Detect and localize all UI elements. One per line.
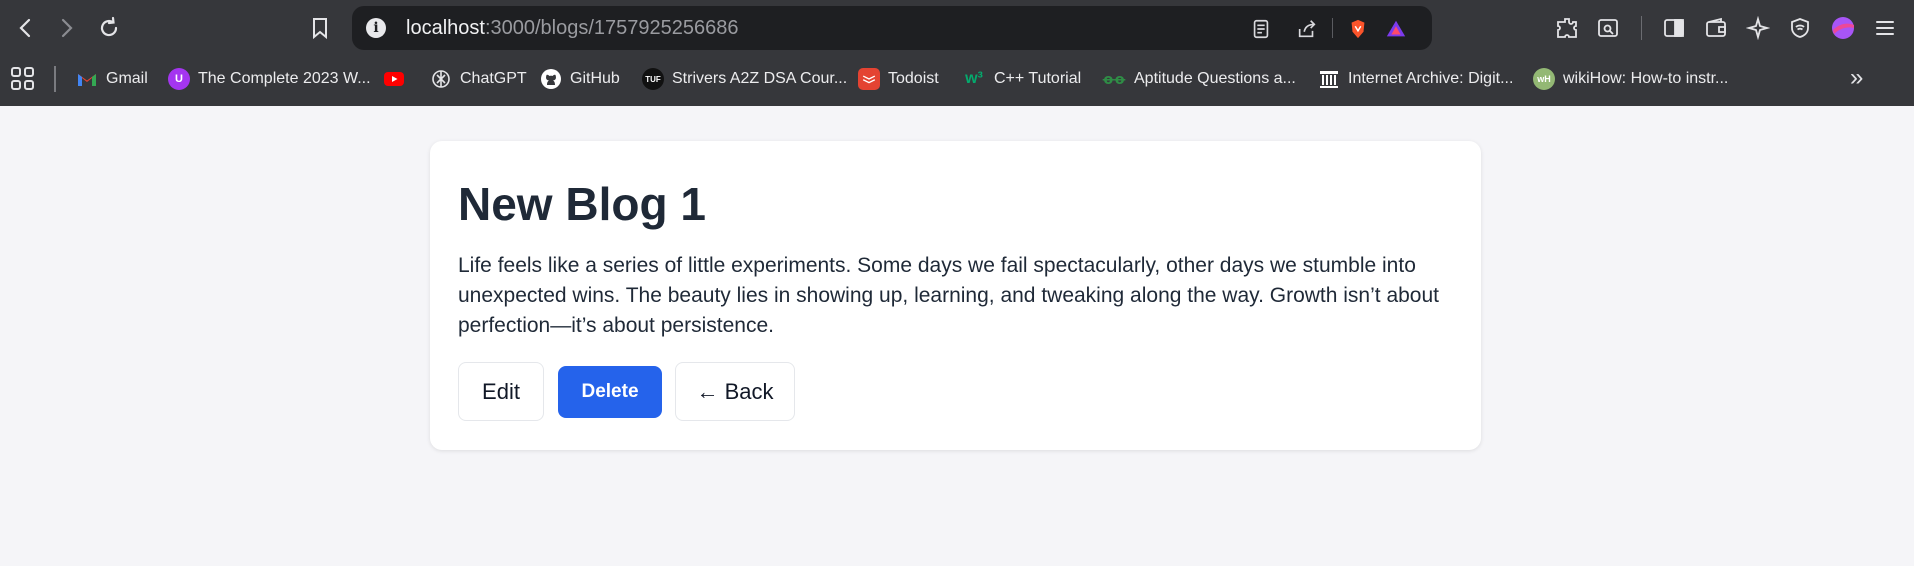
profile-avatar[interactable] <box>1827 12 1859 44</box>
sidebar-icon[interactable] <box>1658 12 1690 44</box>
wikihow-icon: wH <box>1533 68 1555 90</box>
forward-nav-icon[interactable] <box>50 12 82 44</box>
bookmark-github[interactable]: GitHub <box>540 66 620 92</box>
bookmark-gmail[interactable]: Gmail <box>76 66 148 92</box>
bookmark-wikihow[interactable]: wH wikiHow: How-to instr... <box>1533 66 1728 92</box>
bookmark-aptitude-questions[interactable]: ꝋꝋ Aptitude Questions a... <box>1102 66 1296 92</box>
todoist-icon <box>858 68 880 90</box>
bookmark-page-icon[interactable] <box>304 12 336 44</box>
url-text[interactable]: localhost:3000/blogs/1757925256686 <box>406 17 739 40</box>
more-bookmarks-icon[interactable]: » <box>1850 64 1863 92</box>
bookmark-udemy-course[interactable]: U The Complete 2023 W... <box>168 66 371 92</box>
w3schools-icon: w³ <box>965 70 983 87</box>
archive-icon <box>1318 68 1340 90</box>
bookmarks-bar: Gmail U The Complete 2023 W... ChatGPT G… <box>0 56 1914 106</box>
bookmark-internet-archive[interactable]: Internet Archive: Digit... <box>1318 66 1513 92</box>
bookmark-striver-dsa[interactable]: TUF Strivers A2Z DSA Cour... <box>642 66 847 92</box>
address-divider <box>1332 18 1333 38</box>
leo-ai-icon[interactable] <box>1742 12 1774 44</box>
toolbar-divider <box>1641 16 1642 40</box>
back-button[interactable]: ← Back <box>675 362 795 421</box>
extensions-icon[interactable] <box>1551 12 1583 44</box>
tuf-icon: TUF <box>642 68 664 90</box>
wallet-icon[interactable] <box>1700 12 1732 44</box>
apps-grid-icon[interactable] <box>10 66 36 92</box>
edit-button[interactable]: Edit <box>458 362 544 421</box>
browser-toolbar: i localhost:3000/blogs/1757925256686 <box>0 0 1914 56</box>
menu-icon[interactable] <box>1869 12 1901 44</box>
reader-mode-icon[interactable] <box>1248 16 1274 42</box>
youtube-icon <box>383 68 405 90</box>
blog-content: Life feels like a series of little exper… <box>458 254 1439 337</box>
bookmark-todoist[interactable]: Todoist <box>858 66 939 92</box>
blog-card: New Blog 1 Life feels like a series of l… <box>430 141 1481 450</box>
udemy-icon: U <box>168 68 190 90</box>
blog-title: New Blog 1 <box>458 178 706 230</box>
share-icon[interactable] <box>1294 16 1320 42</box>
browser-chrome: i localhost:3000/blogs/1757925256686 Gma… <box>0 0 1914 106</box>
brave-rewards-icon[interactable] <box>1383 16 1409 42</box>
tab-search-icon[interactable] <box>1592 12 1624 44</box>
site-info-icon[interactable]: i <box>366 18 386 38</box>
geeksforgeeks-icon: ꝋꝋ <box>1102 70 1126 87</box>
delete-button[interactable]: Delete <box>558 366 662 418</box>
chatgpt-icon <box>430 68 452 90</box>
back-nav-icon[interactable] <box>10 12 42 44</box>
bookmark-cpp-tutorial[interactable]: w³ C++ Tutorial <box>962 66 1081 92</box>
gmail-icon <box>76 68 98 90</box>
bookmarks-divider <box>54 66 56 92</box>
brave-shields-icon[interactable] <box>1345 16 1371 42</box>
github-icon <box>540 68 562 90</box>
bookmark-youtube[interactable] <box>383 66 413 92</box>
address-bar[interactable]: i localhost:3000/blogs/1757925256686 <box>352 6 1432 50</box>
vpn-shield-icon[interactable] <box>1784 12 1816 44</box>
bookmark-chatgpt[interactable]: ChatGPT <box>430 66 527 92</box>
reload-icon[interactable] <box>93 12 125 44</box>
